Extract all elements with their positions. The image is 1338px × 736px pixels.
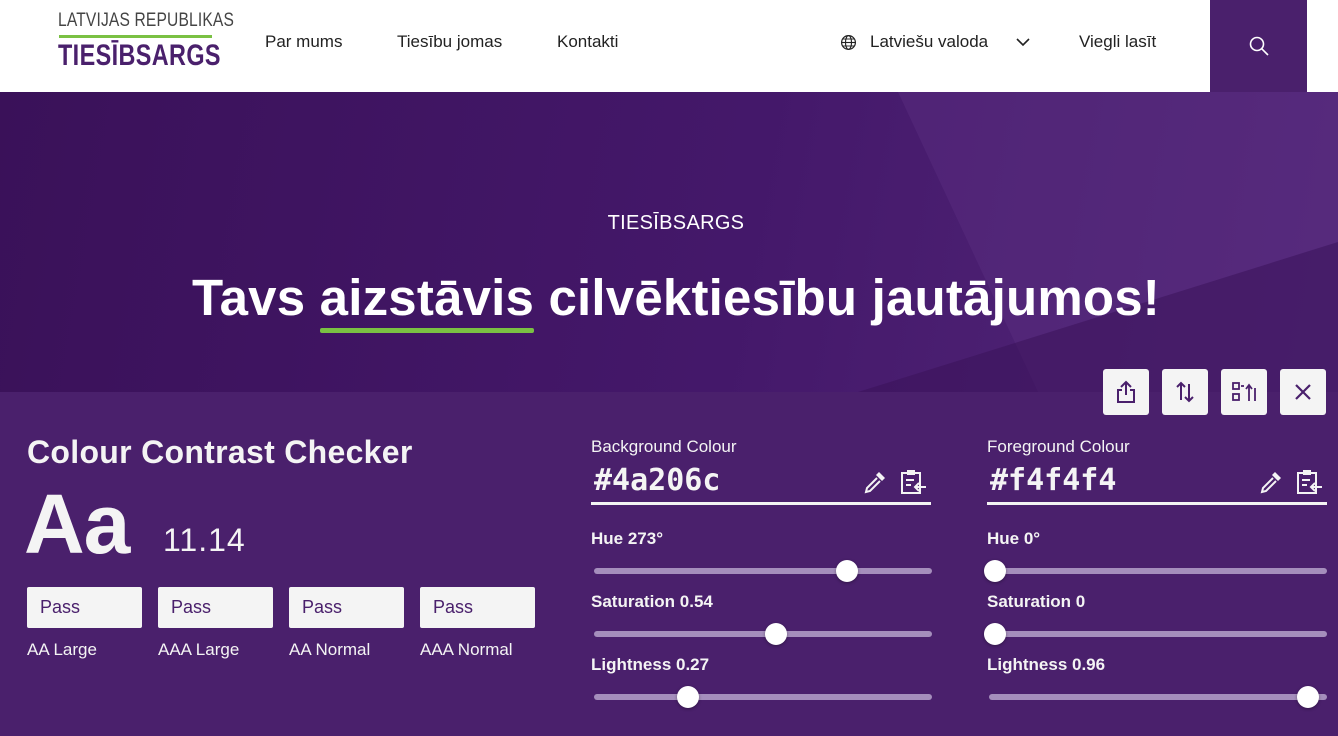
layout-icon (1232, 382, 1256, 401)
hero-title-highlight: aizstāvis (319, 269, 535, 333)
chevron-down-icon (1016, 38, 1030, 47)
aa-normal-label: AA Normal (289, 640, 371, 659)
hero-title-start: Tavs (192, 269, 320, 326)
foreground-lightness-thumb[interactable] (1296, 686, 1319, 708)
share-button[interactable] (1103, 369, 1149, 415)
background-lightness-label: Lightness 0.27 (591, 655, 710, 674)
background-hue-thumb[interactable] (836, 560, 859, 582)
globe-icon (840, 34, 857, 50)
background-lightness-thumb[interactable] (677, 686, 700, 708)
contrast-ratio: 11.14 (163, 522, 246, 558)
swap-colours-button[interactable] (1162, 369, 1208, 415)
language-label: Latviešu valoda (870, 32, 989, 51)
search-button[interactable] (1210, 0, 1307, 92)
aaa-large-result: Pass (158, 587, 273, 628)
foreground-hue-thumb[interactable] (984, 560, 1006, 582)
share-icon (1117, 380, 1135, 403)
hero-title: Tavs aizstāvis cilvēktiesību jautājumos! (0, 268, 1338, 333)
hero-eyebrow: TIESĪBSARGS (607, 212, 745, 234)
eyedropper-icon[interactable] (1257, 468, 1285, 496)
layout-button[interactable] (1221, 369, 1267, 415)
hero-banner: TIESĪBSARGS Tavs aizstāvis cilvēktiesību… (0, 92, 1338, 392)
aaa-large-label: AAA Large (158, 640, 240, 659)
foreground-lightness-slider[interactable] (989, 694, 1327, 700)
background-hex-value: #4a206c (594, 463, 721, 498)
background-saturation-thumb[interactable] (765, 623, 788, 645)
foreground-hue-label: Hue 0° (987, 529, 1041, 548)
background-hex-field[interactable]: #4a206c (591, 461, 931, 505)
foreground-hex-value: #f4f4f4 (990, 463, 1117, 498)
nav-link-rights-areas[interactable]: Tiesību jomas (397, 32, 502, 52)
paste-icon[interactable] (1295, 468, 1323, 496)
background-lightness-slider[interactable] (594, 694, 932, 700)
close-icon (1295, 384, 1311, 400)
checker-title: Colour Contrast Checker (27, 434, 413, 470)
close-button[interactable] (1280, 369, 1326, 415)
aaa-normal-result: Pass (420, 587, 535, 628)
site-logo[interactable]: LATVIJAS REPUBLIKAS TIESĪBSARGS (58, 10, 235, 72)
paste-icon[interactable] (899, 468, 927, 496)
aaa-normal-label: AAA Normal (420, 640, 513, 659)
foreground-colour-label: Foreground Colour (987, 437, 1130, 456)
swap-icon (1176, 381, 1194, 403)
foreground-saturation-thumb[interactable] (984, 623, 1006, 645)
nav-link-about[interactable]: Par mums (265, 32, 342, 52)
background-hue-label: Hue 273° (591, 529, 664, 548)
foreground-saturation-slider[interactable] (989, 631, 1327, 637)
background-saturation-slider[interactable] (594, 631, 932, 637)
background-saturation-label: Saturation 0.54 (591, 592, 713, 611)
aa-large-label: AA Large (27, 640, 97, 659)
search-icon (1249, 36, 1269, 56)
hero-decoration (858, 92, 1338, 392)
background-colour-label: Background Colour (591, 437, 737, 456)
aa-large-result: Pass (27, 587, 142, 628)
background-hue-slider[interactable] (594, 568, 932, 574)
foreground-hue-slider[interactable] (989, 568, 1327, 574)
language-selector[interactable]: Latviešu valoda (840, 32, 1030, 52)
nav-link-contacts[interactable]: Kontakti (557, 32, 618, 52)
logo-title: TIESĪBSARGS (58, 39, 221, 72)
foreground-saturation-label: Saturation 0 (987, 592, 1086, 611)
hero-title-end: cilvēktiesību jautājumos! (534, 269, 1160, 326)
logo-divider (59, 35, 212, 38)
contrast-sample-text: Aa (24, 477, 130, 571)
eyedropper-icon[interactable] (861, 468, 889, 496)
logo-subtitle: LATVIJAS REPUBLIKAS (58, 10, 235, 31)
foreground-hex-field[interactable]: #f4f4f4 (987, 461, 1327, 505)
aa-normal-result: Pass (289, 587, 404, 628)
site-header: LATVIJAS REPUBLIKAS TIESĪBSARGS Par mums… (0, 0, 1338, 92)
foreground-lightness-label: Lightness 0.96 (987, 655, 1106, 674)
easy-read-link[interactable]: Viegli lasīt (1079, 32, 1156, 52)
